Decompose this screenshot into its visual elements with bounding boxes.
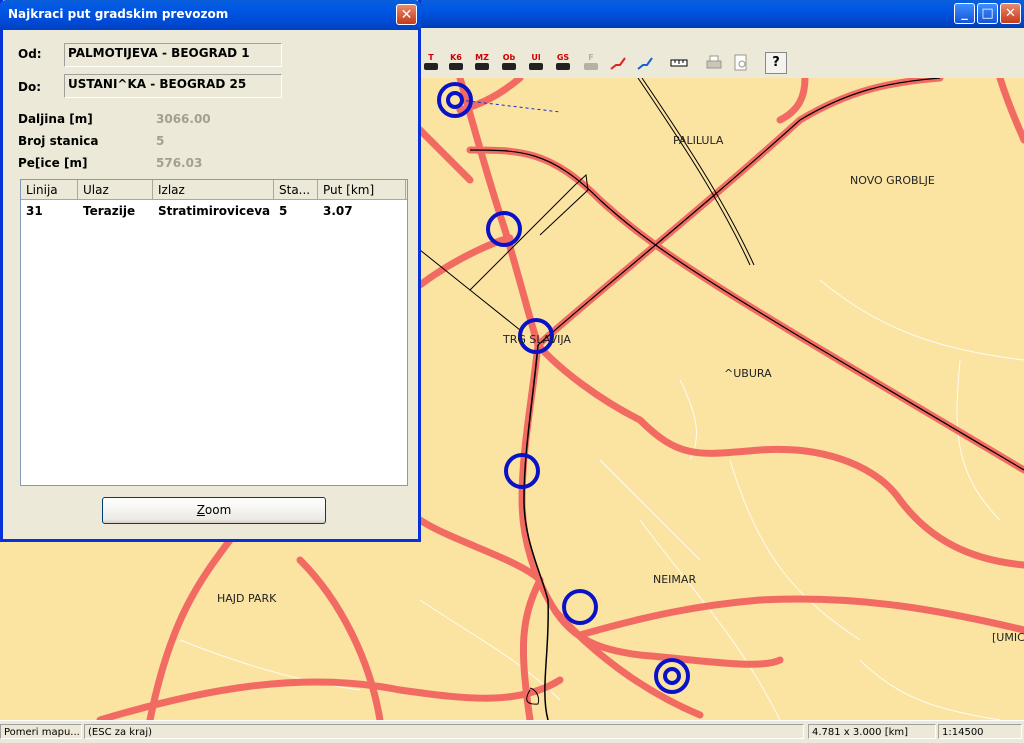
cell-ulaz: Terazije bbox=[83, 204, 136, 218]
filter-button-f[interactable]: F bbox=[580, 52, 602, 74]
filter-button-ul[interactable]: Ul bbox=[525, 52, 547, 74]
distance-value: 3066.00 bbox=[156, 112, 211, 126]
minimize-button[interactable]: _ bbox=[954, 3, 975, 24]
filter-button-gs[interactable]: GS bbox=[552, 52, 574, 74]
cell-put: 3.07 bbox=[323, 204, 353, 218]
map-label-neimar: NEIMAR bbox=[653, 573, 697, 586]
car-icon bbox=[584, 63, 598, 70]
filter-button-ob[interactable]: Ob bbox=[498, 52, 520, 74]
ruler-icon bbox=[670, 59, 688, 67]
route-button[interactable] bbox=[607, 52, 629, 74]
filter-button-k6[interactable]: K6 bbox=[445, 52, 467, 74]
column-header-ulaz[interactable]: Ulaz bbox=[78, 180, 153, 200]
walk-route-button[interactable] bbox=[634, 52, 656, 74]
car-icon bbox=[556, 63, 570, 70]
car-icon bbox=[424, 63, 438, 70]
walk-route-icon bbox=[637, 57, 653, 70]
printer-icon bbox=[706, 55, 722, 69]
from-field[interactable]: PALMOTIJEVA - BEOGRAD 1 bbox=[64, 43, 282, 67]
route-table[interactable]: Linija Ulaz Izlaz Sta... Put [km] 31 Ter… bbox=[20, 179, 408, 486]
print-preview-button[interactable] bbox=[730, 52, 752, 74]
map-label-trg-slavija: TRG SLAVIJA bbox=[503, 333, 571, 346]
shortest-route-dialog: Najkraci put gradskim prevozom ✕ Od: PAL… bbox=[0, 0, 421, 542]
column-header-put[interactable]: Put [km] bbox=[318, 180, 406, 200]
map-label-cubura: ^UBURA bbox=[724, 367, 772, 380]
dialog-title: Najkraci put gradskim prevozom bbox=[8, 7, 229, 21]
status-bar: Pomeri mapu... (ESC za kraj) 4.781 x 3.0… bbox=[0, 720, 1024, 743]
to-label: Do: bbox=[18, 80, 42, 94]
status-esc: (ESC za kraj) bbox=[84, 724, 804, 739]
stop-marker-inner bbox=[446, 91, 464, 109]
status-extra: 1:14500 bbox=[938, 724, 1022, 739]
stop-marker[interactable] bbox=[562, 589, 598, 625]
main-close-button[interactable]: ✕ bbox=[1000, 3, 1021, 24]
column-header-filler bbox=[406, 180, 407, 200]
walking-label: Pe[ice [m] bbox=[18, 156, 88, 170]
distance-label: Daljina [m] bbox=[18, 112, 93, 126]
maximize-button[interactable]: □ bbox=[977, 3, 998, 24]
print-button[interactable] bbox=[703, 52, 725, 74]
map-label-novo-groblje: NOVO GROBLJE bbox=[850, 174, 935, 187]
filter-button-t[interactable]: T bbox=[420, 52, 442, 74]
stop-marker-inner bbox=[663, 667, 681, 685]
column-header-stanice[interactable]: Sta... bbox=[274, 180, 318, 200]
cell-izlaz: Stratimiroviceva bbox=[158, 204, 271, 218]
car-icon bbox=[475, 63, 489, 70]
from-label: Od: bbox=[18, 47, 42, 61]
stop-marker[interactable] bbox=[654, 658, 690, 694]
car-icon bbox=[529, 63, 543, 70]
column-header-linija[interactable]: Linija bbox=[21, 180, 78, 200]
car-icon bbox=[449, 63, 463, 70]
zoom-label: oom bbox=[204, 503, 232, 517]
dialog-titlebar[interactable]: Najkraci put gradskim prevozom ✕ bbox=[0, 0, 421, 30]
status-hint: Pomeri mapu... bbox=[0, 724, 82, 739]
status-scale: 4.781 x 3.000 [km] bbox=[808, 724, 936, 739]
car-icon bbox=[502, 63, 516, 70]
route-icon bbox=[610, 57, 626, 70]
map-label-sumice: [UMIC bbox=[992, 631, 1024, 644]
map-label-hajd-park: HAJD PARK bbox=[217, 592, 277, 605]
column-header-izlaz[interactable]: Izlaz bbox=[153, 180, 274, 200]
cell-linija: 31 bbox=[26, 204, 43, 218]
print-preview-icon bbox=[734, 54, 747, 71]
stations-value: 5 bbox=[156, 134, 165, 148]
cell-stanice: 5 bbox=[279, 204, 288, 218]
zoom-button[interactable]: Zoom bbox=[102, 497, 326, 524]
to-field[interactable]: USTANI^KA - BEOGRAD 25 bbox=[64, 74, 282, 98]
help-button[interactable]: ? bbox=[765, 52, 787, 74]
measure-button[interactable] bbox=[668, 52, 690, 74]
stations-label: Broj stanica bbox=[18, 134, 99, 148]
walking-value: 576.03 bbox=[156, 156, 203, 170]
zoom-accel: Z bbox=[196, 503, 205, 517]
map-label-palilula: PALILULA bbox=[673, 134, 724, 147]
dialog-close-button[interactable]: ✕ bbox=[396, 4, 417, 25]
filter-button-mz[interactable]: MZ bbox=[471, 52, 493, 74]
